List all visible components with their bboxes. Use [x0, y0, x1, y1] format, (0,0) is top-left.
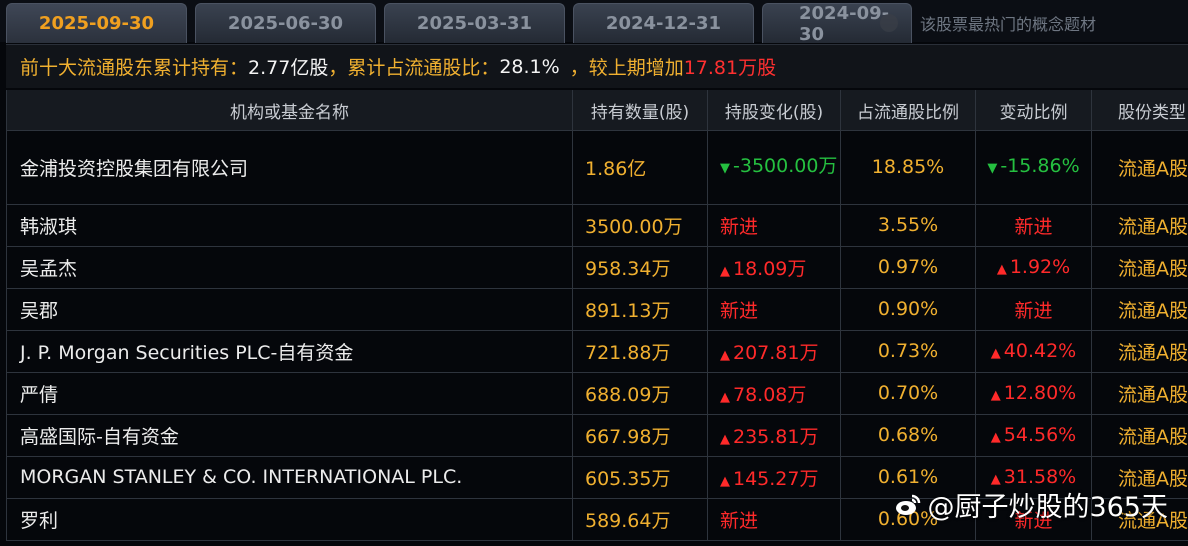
change-value: 78.08万 — [720, 380, 806, 407]
header-pct[interactable]: 变动比例 — [975, 90, 1091, 130]
holder-ratio: 0.73% — [840, 330, 975, 372]
holder-name: 严倩 — [6, 372, 572, 414]
change-value: 18.09万 — [720, 254, 806, 281]
holder-qty: 958.34万 — [572, 246, 707, 288]
change-value: 新进 — [720, 299, 759, 322]
holder-qty: 667.98万 — [572, 414, 707, 456]
holder-pct: 1.92% — [975, 246, 1091, 288]
holder-name: J. P. Morgan Securities PLC-自有资金 — [6, 330, 572, 372]
holder-name: 韩淑琪 — [6, 204, 572, 246]
weibo-logo-icon — [896, 494, 921, 515]
watermark: @厨子炒股的365天 — [895, 485, 1168, 524]
search-icon — [880, 14, 898, 32]
holder-pct: -15.86% — [975, 130, 1091, 204]
table-row[interactable]: 严倩688.09万 78.08万 0.70% 12.80% 流通A股 — [6, 372, 1188, 415]
pct-value: 1.92% — [997, 256, 1070, 278]
summary-value-change: 17.81万股 — [683, 57, 777, 79]
holder-change: -3500.00万 — [707, 130, 840, 204]
holder-name: 金浦投资控股集团有限公司 — [6, 130, 572, 204]
table-row[interactable]: 韩淑琪 3500.00万 新进 3.55% 新进 流通A股 — [6, 204, 1188, 247]
holder-name: 吴孟杰 — [6, 246, 572, 288]
header-qty[interactable]: 持有数量(股) — [572, 90, 707, 130]
header-type[interactable]: 股份类型 — [1091, 90, 1188, 130]
holder-qty: 891.13万 — [572, 288, 707, 330]
holder-pct: 新进 — [975, 288, 1091, 330]
tab-2025-09-30[interactable]: 2025-09-30 — [6, 3, 187, 43]
summary-value-total: 2.77亿股 — [248, 57, 329, 79]
change-value: 207.81万 — [720, 338, 818, 365]
header-change[interactable]: 持股变化(股) — [707, 90, 840, 130]
holder-change: 新进 — [707, 498, 840, 540]
holder-name: MORGAN STANLEY & CO. INTERNATIONAL PLC. — [6, 456, 572, 498]
pct-value: 新进 — [1014, 215, 1053, 238]
table-row[interactable]: 金浦投资控股集团有限公司1.86亿 -3500.00万18.85% -15.86% 流… — [6, 130, 1188, 205]
tab-2025-03-31[interactable]: 2025-03-31 — [384, 3, 565, 43]
holder-qty: 589.64万 — [572, 498, 707, 540]
tab-2025-06-30[interactable]: 2025-06-30 — [195, 3, 376, 43]
holder-name: 吴郡 — [6, 288, 572, 330]
change-value: 145.27万 — [720, 464, 818, 491]
holder-type: 流通A股 — [1091, 372, 1188, 414]
pct-value: 54.56% — [991, 424, 1076, 446]
holder-qty: 721.88万 — [572, 330, 707, 372]
holder-change: 新进 — [707, 204, 840, 246]
header-ratio[interactable]: 占流通股比例 — [840, 90, 975, 130]
holder-change: 207.81万 — [707, 330, 840, 372]
header-name[interactable]: 机构或基金名称 — [6, 90, 572, 130]
holder-summary: 前十大流通股东累计持有： 2.77亿股 ，累计占流通股比： 28.1% ，较上期… — [6, 44, 1188, 88]
holder-ratio: 18.85% — [840, 130, 975, 204]
holder-qty: 605.35万 — [572, 456, 707, 498]
tab-2024-12-31[interactable]: 2024-12-31 — [573, 3, 754, 43]
holder-change: 145.27万 — [707, 456, 840, 498]
holder-type: 流通A股 — [1091, 130, 1188, 204]
table-row[interactable]: 高盛国际-自有资金667.98万 235.81万 0.68% 54.56% 流通A股 — [6, 414, 1188, 457]
holder-type: 流通A股 — [1091, 246, 1188, 288]
concept-search-hint[interactable]: 该股票最热门的概念题材 — [880, 3, 1188, 43]
holder-change: 18.09万 — [707, 246, 840, 288]
holder-ratio: 0.90% — [840, 288, 975, 330]
pct-value: 40.42% — [991, 340, 1076, 362]
table-row[interactable]: 吴郡 891.13万 新进 0.90% 新进 流通A股 — [6, 288, 1188, 331]
summary-label-ratio: ，累计占流通股比： — [328, 57, 500, 79]
holder-name: 罗利 — [6, 498, 572, 540]
summary-value-ratio: 28.1% — [499, 55, 560, 78]
watermark-text: @厨子炒股的365天 — [927, 492, 1168, 523]
pct-value: -15.86% — [987, 151, 1079, 184]
holder-ratio: 3.55% — [840, 204, 975, 246]
holder-pct: 12.80% — [975, 372, 1091, 414]
table-row[interactable]: 吴孟杰958.34万 18.09万 0.97% 1.92% 流通A股 — [6, 246, 1188, 289]
summary-label-change: ，较上期增加 — [569, 57, 684, 79]
holder-pct: 54.56% — [975, 414, 1091, 456]
holder-ratio: 0.97% — [840, 246, 975, 288]
holder-change: 新进 — [707, 288, 840, 330]
holder-qty: 3500.00万 — [572, 204, 707, 246]
change-value: 235.81万 — [720, 422, 818, 449]
holder-qty: 1.86亿 — [572, 130, 707, 204]
holder-name: 高盛国际-自有资金 — [6, 414, 572, 456]
change-value: 新进 — [720, 509, 759, 532]
search-placeholder: 该股票最热门的概念题材 — [920, 15, 1097, 34]
holder-type: 流通A股 — [1091, 330, 1188, 372]
holder-ratio: 0.68% — [840, 414, 975, 456]
holder-type: 流通A股 — [1091, 204, 1188, 246]
holder-ratio: 0.70% — [840, 372, 975, 414]
holder-change: 78.08万 — [707, 372, 840, 414]
change-value: -3500.00万 — [720, 151, 837, 184]
period-tab-bar: 2025-09-30 2025-06-30 2025-03-31 2024-12… — [0, 0, 1188, 45]
pct-value: 12.80% — [991, 382, 1076, 404]
holder-type: 流通A股 — [1091, 414, 1188, 456]
holder-pct: 40.42% — [975, 330, 1091, 372]
holder-pct: 新进 — [975, 204, 1091, 246]
pct-value: 新进 — [1014, 299, 1053, 322]
table-row[interactable]: J. P. Morgan Securities PLC-自有资金721.88万 2… — [6, 330, 1188, 373]
holder-type: 流通A股 — [1091, 288, 1188, 330]
holder-qty: 688.09万 — [572, 372, 707, 414]
change-value: 新进 — [720, 215, 759, 238]
holder-change: 235.81万 — [707, 414, 840, 456]
summary-label-total: 前十大流通股东累计持有： — [20, 57, 249, 79]
table-header: 机构或基金名称 持有数量(股) 持股变化(股) 占流通股比例 变动比例 股份类型 — [6, 90, 1188, 131]
